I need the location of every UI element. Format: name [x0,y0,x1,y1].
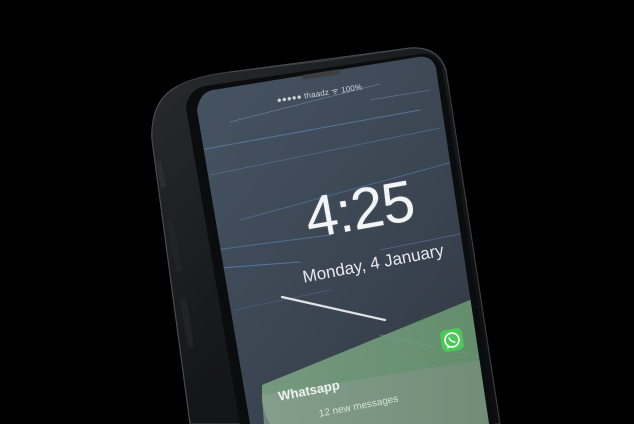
whatsapp-icon [440,328,464,352]
photo-frame: ●●●●● thaadz ᯤ 100% 4:25 Monday, 4 Janua… [0,0,634,424]
phone-render [151,47,501,424]
